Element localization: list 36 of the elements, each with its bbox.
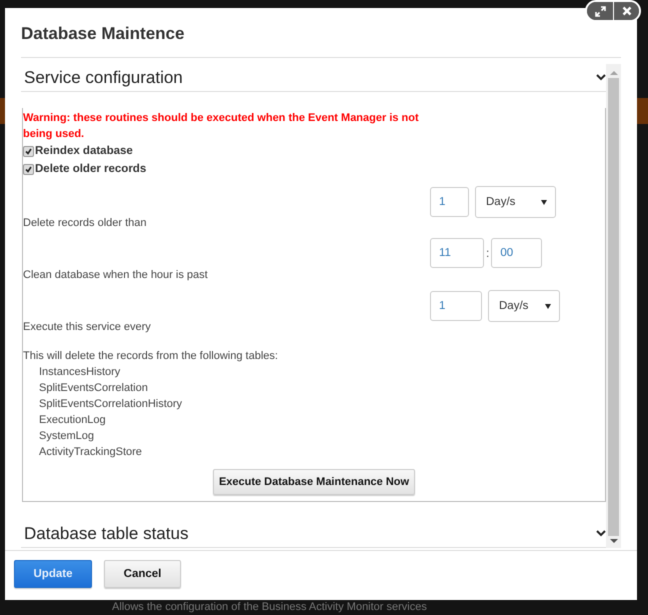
setting-label: Execute this service every (23, 320, 152, 334)
section-header[interactable]: Database table status (21, 520, 606, 548)
table-name: SplitEventsCorrelation (38, 381, 149, 396)
table-name: ActivityTrackingStore (38, 445, 143, 460)
table-name: InstancesHistory (38, 365, 122, 380)
chevron-down-icon[interactable] (596, 530, 606, 537)
checkbox[interactable] (23, 146, 34, 156)
number-field[interactable]: 1 (430, 187, 469, 217)
warning-text: Warning: these routines should be executed when the Event Manager is not being used. (23, 111, 420, 142)
scrollbar[interactable] (606, 64, 621, 548)
scroll-down-icon[interactable] (610, 538, 618, 544)
table-name: SystemLog (38, 429, 96, 444)
close-button[interactable] (613, 2, 639, 20)
setting-label: Clean database when the hour is past (23, 268, 209, 282)
number-field[interactable]: 1 (430, 291, 482, 321)
checkbox[interactable] (23, 164, 34, 174)
dialog-title: Database Maintence (21, 24, 184, 44)
setting-label: Delete records older than (23, 216, 148, 230)
update-button[interactable]: Update (14, 560, 92, 588)
expand-icon (594, 6, 606, 16)
hour-field[interactable]: 11 (430, 238, 484, 268)
backdrop-text: Allows the configuration of the Business Activity Monitor services (112, 601, 427, 613)
tables-intro: This will delete the records from the following tables: (23, 349, 279, 364)
minute-field[interactable]: 00 (491, 238, 542, 268)
checkbox-label: Reindex database (35, 145, 133, 157)
section-header[interactable]: Service configuration (21, 64, 606, 92)
chevron-down-icon[interactable] (596, 74, 606, 81)
unit-select[interactable]: Day/s (475, 186, 556, 218)
close-icon (622, 6, 632, 16)
time-separator: : (486, 246, 490, 260)
unit-select[interactable]: Day/s (488, 290, 560, 322)
table-name: ExecutionLog (38, 413, 107, 428)
table-name: SplitEventsCorrelationHistory (38, 397, 184, 412)
cancel-button[interactable]: Cancel (104, 560, 181, 588)
execute-button[interactable]: Execute Database Maintenance Now (212, 469, 416, 495)
checkbox-label: Delete older records (35, 163, 146, 175)
